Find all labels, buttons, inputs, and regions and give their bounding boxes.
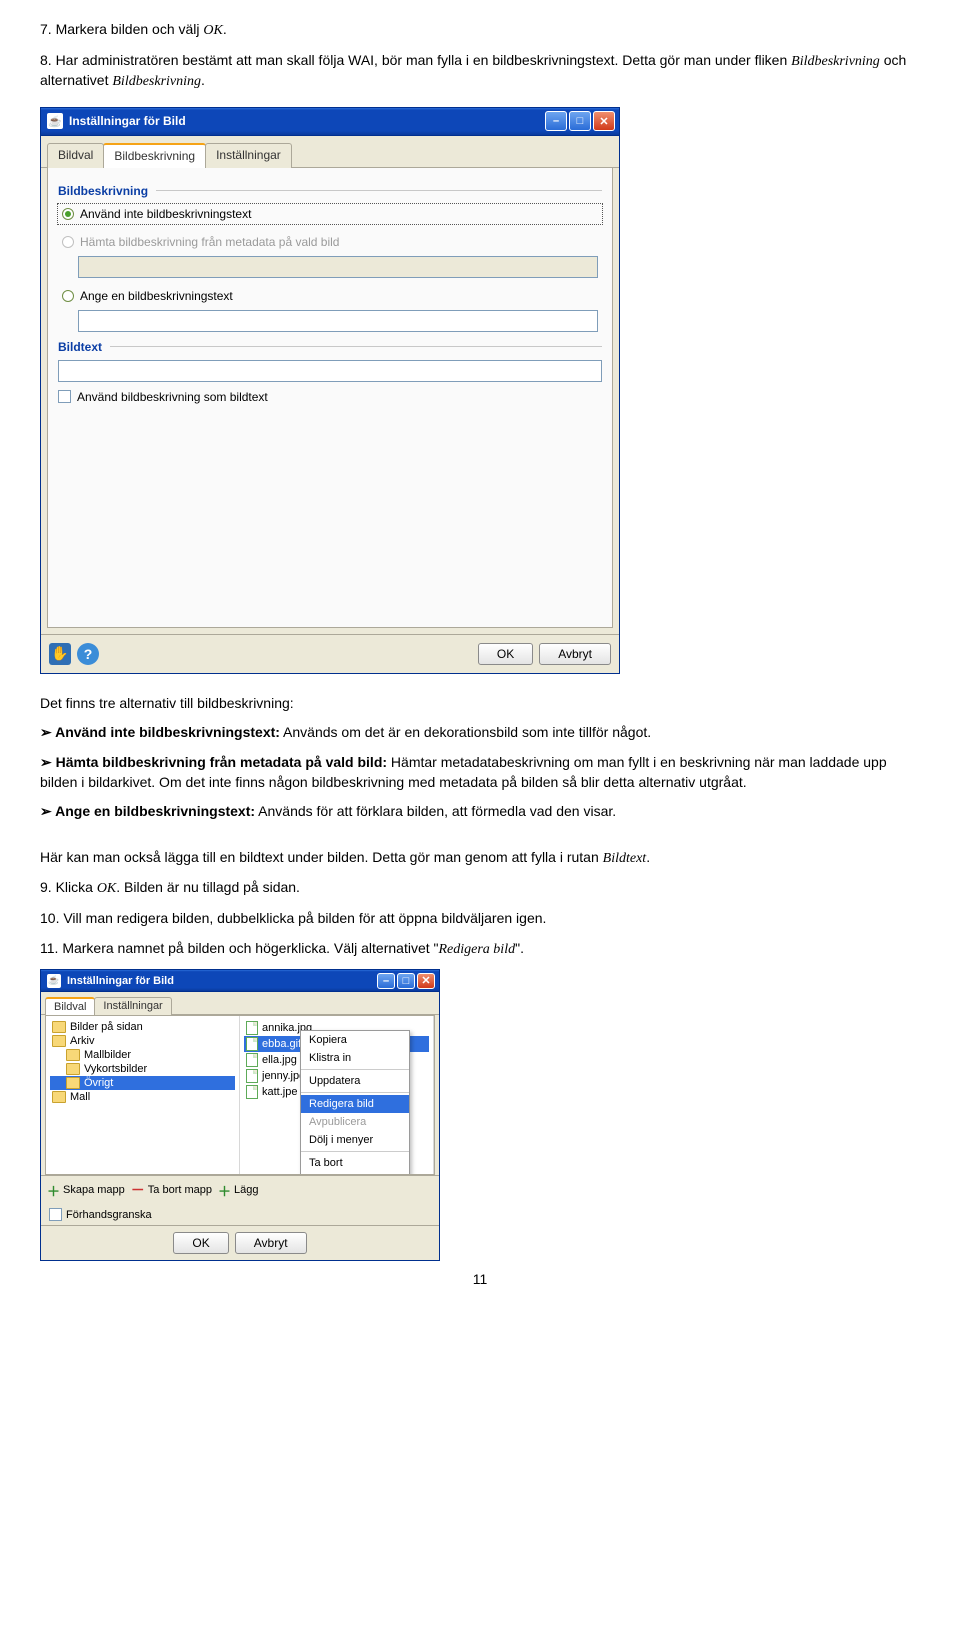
alternatives-intro: Det finns tre alternativ till bildbeskri… <box>40 694 920 714</box>
ok-button[interactable]: OK <box>478 643 533 665</box>
checkbox-use-desc-as-caption[interactable]: Använd bildbeskrivning som bildtext <box>58 390 602 404</box>
maximize-button[interactable]: □ <box>569 111 591 131</box>
folder-icon <box>52 1035 66 1047</box>
tab-strip: Bildval Inställningar <box>41 992 439 1015</box>
bullet-2: ➢ Hämta bildbeskrivning från metadata på… <box>40 753 920 792</box>
file-icon <box>246 1069 258 1083</box>
group-bildbeskrivning: Bildbeskrivning <box>58 184 602 198</box>
custom-desc-input[interactable] <box>78 310 598 332</box>
folder-item[interactable]: Mallbilder <box>50 1048 235 1062</box>
tab-strip: Bildval Bildbeskrivning Inställningar <box>41 136 619 168</box>
cancel-button[interactable]: Avbryt <box>539 643 611 665</box>
radio-from-metadata: Hämta bildbeskrivning från metadata på v… <box>58 232 602 252</box>
dialog-image-settings-small: ☕ Inställningar för Bild – □ ✕ Bildval I… <box>40 969 440 1261</box>
create-folder-button[interactable]: ＋Skapa mapp <box>47 1181 125 1200</box>
close-button[interactable]: ✕ <box>593 111 615 131</box>
ctx-copy[interactable]: Kopiera <box>301 1031 409 1049</box>
radio-label: Hämta bildbeskrivning från metadata på v… <box>80 235 339 249</box>
caption-input[interactable] <box>58 360 602 382</box>
page-number: 11 <box>40 1271 920 1287</box>
cancel-button[interactable]: Avbryt <box>235 1232 307 1254</box>
minus-icon: － <box>131 1180 145 1200</box>
ok-button[interactable]: OK <box>173 1232 228 1254</box>
tab-installningar[interactable]: Inställningar <box>94 997 171 1015</box>
folder-item[interactable]: Bilder på sidan <box>50 1020 235 1034</box>
step-10: 10. Vill man redigera bilden, dubbelklic… <box>40 909 920 929</box>
folder-item[interactable]: Vykortsbilder <box>50 1062 235 1076</box>
checkbox-icon <box>58 390 71 403</box>
minimize-button[interactable]: – <box>545 111 567 131</box>
radio-icon <box>62 290 74 302</box>
folder-icon <box>52 1021 66 1033</box>
folder-item[interactable]: Arkiv <box>50 1034 235 1048</box>
preview-checkbox-row[interactable]: Förhandsgranska <box>41 1204 439 1225</box>
plus-icon: ＋ <box>47 1181 60 1200</box>
delete-folder-button[interactable]: －Ta bort mapp <box>131 1180 212 1200</box>
plus-icon: ＋ <box>218 1181 231 1200</box>
ctx-delete[interactable]: Ta bort <box>301 1154 409 1172</box>
ctx-hide[interactable]: Dölj i menyer <box>301 1131 409 1149</box>
radio-no-desc[interactable]: Använd inte bildbeskrivningstext <box>58 204 602 224</box>
bullet-3: ➢ Ange en bildbeskrivningstext: Används … <box>40 802 920 822</box>
ctx-paste[interactable]: Klistra in <box>301 1049 409 1067</box>
ctx-edit-image[interactable]: Redigera bild <box>301 1095 409 1113</box>
step-9: 9. Klicka OK. Bilden är nu tillagd på si… <box>40 878 920 899</box>
file-icon <box>246 1053 258 1067</box>
group-bildtext: Bildtext <box>58 340 602 354</box>
radio-label: Ange en bildbeskrivningstext <box>80 289 233 303</box>
context-menu: Kopiera Klistra in Uppdatera Redigera bi… <box>300 1030 410 1174</box>
file-browser: Bilder på sidan Arkiv Mallbilder Vykorts… <box>45 1015 435 1175</box>
window-title: Inställningar för Bild <box>67 975 377 987</box>
ctx-unpublish: Avpublicera <box>301 1113 409 1131</box>
radio-icon <box>62 208 74 220</box>
tab-bildbeskrivning[interactable]: Bildbeskrivning <box>103 143 206 168</box>
step-11: 11. Markera namnet på bilden och högerkl… <box>40 939 920 960</box>
step-8: 8. Har administratören bestämt att man s… <box>40 51 920 92</box>
file-icon <box>246 1037 258 1051</box>
bullet-1: ➢ Använd inte bildbeskrivningstext: Anvä… <box>40 723 920 743</box>
button-bar: OK Avbryt <box>41 1225 439 1260</box>
folder-icon <box>66 1063 80 1075</box>
file-icon <box>246 1085 258 1099</box>
maximize-button[interactable]: □ <box>397 973 415 989</box>
step-7: 7. Markera bilden och välj OK. <box>40 20 920 41</box>
folder-icon <box>66 1049 80 1061</box>
folder-icon <box>52 1091 66 1103</box>
folder-icon <box>66 1077 80 1089</box>
ctx-rename[interactable]: Byt namn <box>301 1172 409 1174</box>
checkbox-label: Förhandsgranska <box>66 1209 152 1221</box>
caption-note: Här kan man också lägga till en bildtext… <box>40 848 920 869</box>
titlebar: ☕ Inställningar för Bild – □ ✕ <box>41 108 619 136</box>
tab-body: Bildbeskrivning Använd inte bildbeskrivn… <box>47 168 613 628</box>
minimize-button[interactable]: – <box>377 973 395 989</box>
close-button[interactable]: ✕ <box>417 973 435 989</box>
tab-installningar[interactable]: Inställningar <box>205 143 292 168</box>
file-icon <box>246 1021 258 1035</box>
help-icon[interactable]: ? <box>77 643 99 665</box>
radio-enter-desc[interactable]: Ange en bildbeskrivningstext <box>58 286 602 306</box>
ctx-refresh[interactable]: Uppdatera <box>301 1072 409 1090</box>
tab-bildval[interactable]: Bildval <box>45 997 95 1015</box>
folder-item-selected[interactable]: Övrigt <box>50 1076 235 1090</box>
titlebar: ☕ Inställningar för Bild – □ ✕ <box>41 970 439 992</box>
add-button[interactable]: ＋Lägg <box>218 1181 259 1200</box>
metadata-desc-input <box>78 256 598 278</box>
button-bar: ✋ ? OK Avbryt <box>41 634 619 673</box>
folder-item[interactable]: Mall <box>50 1090 235 1104</box>
folder-pane[interactable]: Bilder på sidan Arkiv Mallbilder Vykorts… <box>46 1016 240 1174</box>
radio-icon <box>62 236 74 248</box>
radio-label: Använd inte bildbeskrivningstext <box>80 207 251 221</box>
java-icon: ☕ <box>47 974 61 988</box>
folder-toolbar: ＋Skapa mapp －Ta bort mapp ＋Lägg <box>41 1175 439 1204</box>
java-icon: ☕ <box>47 113 63 129</box>
tab-bildval[interactable]: Bildval <box>47 143 104 168</box>
checkbox-icon <box>49 1208 62 1221</box>
hand-icon[interactable]: ✋ <box>49 643 71 665</box>
file-pane[interactable]: annika.jpg ebba.gif ella.jpg jenny.jpg k… <box>240 1016 434 1174</box>
checkbox-label: Använd bildbeskrivning som bildtext <box>77 390 268 404</box>
window-title: Inställningar för Bild <box>69 114 545 128</box>
dialog-image-settings: ☕ Inställningar för Bild – □ ✕ Bildval B… <box>40 107 620 674</box>
